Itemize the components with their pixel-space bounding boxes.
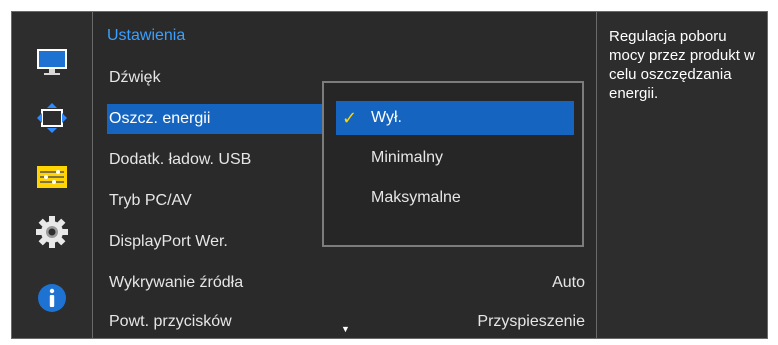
menu-item-value: Auto <box>552 274 585 291</box>
menu-item-label: Tryb PC/AV <box>109 192 192 209</box>
osd-window: Ustawienia Dźwięk Oszcz. energii Dodatk.… <box>11 11 768 339</box>
option-label: Wył. <box>371 109 402 126</box>
monitor-icon[interactable] <box>36 46 68 78</box>
info-icon[interactable] <box>36 282 68 314</box>
option-off[interactable]: ✓ Wył. <box>336 101 574 135</box>
option-label: Maksymalne <box>371 189 461 206</box>
option-maximal[interactable]: Maksymalne <box>336 181 574 215</box>
menu-item-label: Oszcz. energii <box>109 110 211 127</box>
panel-title: Ustawienia <box>107 27 186 44</box>
checkmark-icon: ✓ <box>342 108 358 128</box>
option-label: Minimalny <box>371 149 444 166</box>
menu-item-label: Dźwięk <box>109 69 161 86</box>
menu-item-label: DisplayPort Wer. <box>109 233 228 250</box>
category-icon-bar <box>12 12 92 338</box>
eco-saving-options-popup: ✓ Wył. Minimalny Maksymalne <box>322 81 584 247</box>
menu-item-label: Wykrywanie źródła <box>109 274 244 291</box>
menu-item-label: Dodatk. ładow. USB <box>109 151 252 168</box>
menu-item-source-detection[interactable]: Wykrywanie źródła Auto <box>107 268 585 298</box>
menu-item-eco-saving[interactable]: Oszcz. energii <box>107 104 327 134</box>
menu-item-value: Przyspieszenie <box>477 313 585 330</box>
settings-menu-panel: Ustawienia Dźwięk Oszcz. energii Dodatk.… <box>92 12 597 338</box>
help-description: Regulacja poboru mocy przez produkt w ce… <box>609 28 755 102</box>
scroll-down-arrow-icon[interactable]: ▼ <box>341 324 350 334</box>
picture-size-icon[interactable] <box>36 102 68 134</box>
settings-gear-icon[interactable] <box>36 216 68 248</box>
system-icon[interactable] <box>36 161 68 193</box>
menu-item-label: Powt. przycisków <box>109 313 232 330</box>
option-minimal[interactable]: Minimalny <box>336 141 574 175</box>
